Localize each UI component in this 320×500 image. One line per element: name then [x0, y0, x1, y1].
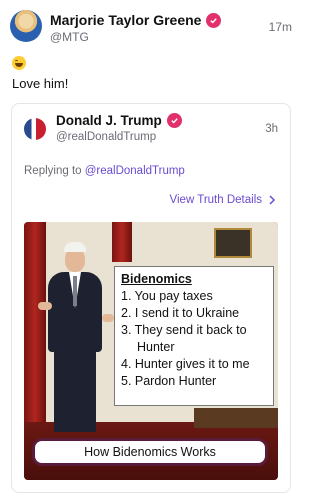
overlay-line: 4. Hunter gives it to me: [121, 357, 250, 371]
laughing-face-icon: [12, 56, 26, 70]
person-tie: [73, 276, 77, 306]
quoted-author-handle[interactable]: @realDonaldTrump: [56, 131, 156, 143]
post: Marjorie Taylor Greene @MTG 17m Love him…: [0, 0, 302, 500]
post-header: Marjorie Taylor Greene @MTG 17m: [10, 10, 292, 44]
verified-icon: [166, 113, 182, 128]
quoted-author-name-row: Donald J. Trump: [56, 113, 182, 128]
laughing-emoji-icon: [12, 56, 30, 72]
overlay-title: Bidenomics: [121, 272, 192, 286]
replying-to: Replying to @realDonaldTrump: [24, 165, 185, 177]
quoted-author-name[interactable]: Donald J. Trump: [56, 113, 162, 128]
overlay-line: 2. I send it to Ukraine: [121, 306, 240, 320]
overlay-line: 1. You pay taxes: [121, 289, 213, 303]
quoted-author-avatar[interactable]: [24, 118, 46, 140]
person-hair: [64, 242, 86, 252]
media-text-overlay: Bidenomics 1. You pay taxes 2. I send it…: [114, 266, 274, 406]
replying-to-link[interactable]: @realDonaldTrump: [85, 165, 185, 177]
person-hand: [102, 314, 114, 322]
quoted-post[interactable]: Donald J. Trump @realDonaldTrump 3h Repl…: [11, 103, 291, 493]
author-name[interactable]: Marjorie Taylor Greene: [50, 12, 201, 28]
overlay-line: 5. Pardon Hunter: [121, 374, 217, 388]
media-caption-banner: How Bidenomics Works: [32, 438, 268, 466]
view-details-label: View Truth Details: [169, 194, 262, 206]
verified-icon: [206, 12, 222, 28]
author-avatar[interactable]: [10, 10, 42, 42]
quoted-media-image[interactable]: Bidenomics 1. You pay taxes 2. I send it…: [24, 222, 278, 480]
media-person: [36, 242, 116, 442]
media-picture-frame: [214, 228, 252, 258]
post-time: 17m: [268, 20, 292, 34]
person-hand: [38, 302, 52, 310]
view-details-link[interactable]: View Truth Details: [170, 194, 276, 206]
overlay-line: Hunter: [137, 340, 175, 354]
replying-to-label: Replying to: [24, 165, 85, 177]
author-name-row: Marjorie Taylor Greene: [50, 12, 222, 28]
person-legs: [54, 352, 96, 432]
overlay-line: 3. They send it back to: [121, 323, 247, 337]
author-handle[interactable]: @MTG: [50, 30, 89, 44]
quoted-post-time: 3h: [265, 123, 278, 135]
media-table: [194, 408, 278, 428]
post-text: Love him!: [12, 76, 69, 91]
chevron-right-icon: [269, 195, 276, 205]
